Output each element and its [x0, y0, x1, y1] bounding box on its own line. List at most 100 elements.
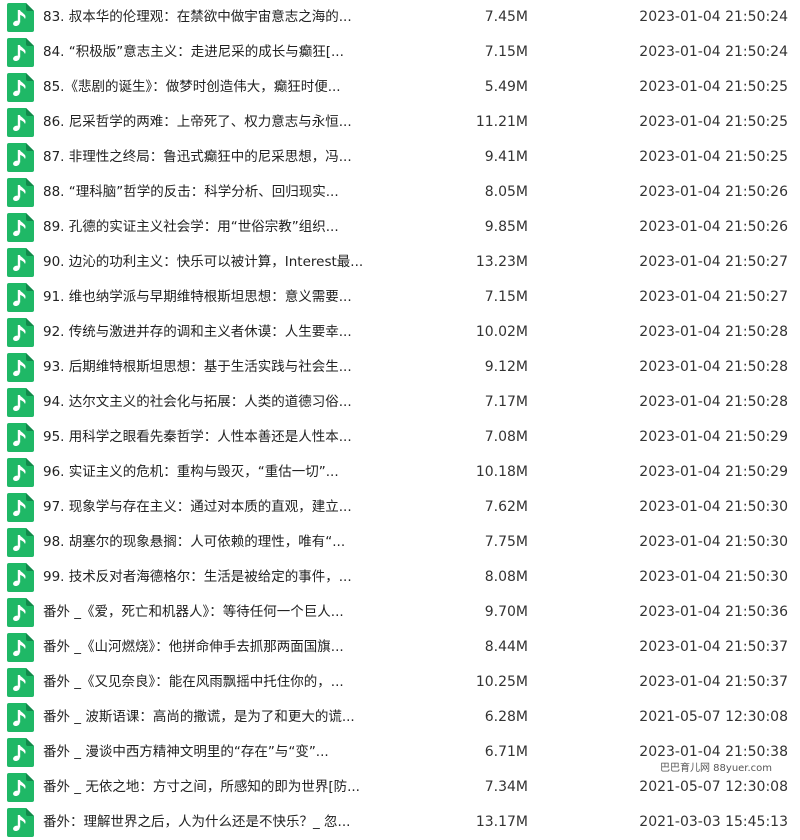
file-row[interactable]: 97. 现象学与存在主义：通过对本质的直观，建立... 7.62M 2023-01-… [0, 490, 800, 525]
file-name: 90. 边沁的功利主义：快乐可以被计算，Interest最... [43, 254, 364, 270]
file-modified-date: 2023-01-04 21:50:25 [639, 114, 788, 130]
music-file-icon [7, 703, 34, 732]
file-modified-date: 2023-01-04 21:50:30 [639, 569, 788, 585]
file-size: 13.17M [475, 814, 528, 830]
file-size: 9.41M [484, 149, 528, 165]
music-file-icon [7, 143, 34, 172]
file-name: 番外 _《爱，死亡和机器人》：等待任何一个巨人... [43, 604, 344, 620]
file-row[interactable]: 89. 孔德的实证主义社会学：用“世俗宗教”组织... 9.85M 2023-01-… [0, 210, 800, 245]
file-name: 97. 现象学与存在主义：通过对本质的直观，建立... [43, 499, 352, 515]
file-name: 87. 非理性之终局：鲁迅式癫狂中的尼采思想，冯... [43, 149, 352, 165]
file-modified-date: 2021-03-03 15:45:13 [639, 814, 788, 830]
file-modified-date: 2023-01-04 21:50:37 [639, 674, 788, 690]
music-file-icon [7, 598, 34, 627]
file-row[interactable]: 84. “积极版”意志主义：走进尼采的成长与癫狂[... 7.15M 2023-01… [0, 35, 800, 70]
file-size: 7.15M [484, 44, 528, 60]
file-row[interactable]: 番外 _《又见奈良》：能在风雨飘摇中托住你的，... 10.25M 2023-01-… [0, 665, 800, 700]
music-file-icon [7, 283, 34, 312]
file-size: 13.23M [475, 254, 528, 270]
music-file-icon [7, 528, 34, 557]
file-size: 8.05M [484, 184, 528, 200]
file-modified-date: 2023-01-04 21:50:37 [639, 639, 788, 655]
file-name: 番外 _《山河燃烧》：他拼命伸手去抓那两面国旗... [43, 639, 344, 655]
file-row[interactable]: 96. 实证主义的危机：重构与毁灭，“重估一切”... 10.18M 2023-01… [0, 455, 800, 490]
file-size: 5.49M [484, 79, 528, 95]
file-row[interactable]: 88. “理科脑”哲学的反击：科学分析、回归现实... 8.05M 2023-01-… [0, 175, 800, 210]
music-file-icon [7, 423, 34, 452]
file-modified-date: 2023-01-04 21:50:25 [639, 149, 788, 165]
file-name: 83. 叔本华的伦理观：在禁欲中做宇宙意志之海的... [43, 9, 352, 25]
file-name: 91. 维也纳学派与早期维特根斯坦思想：意义需要... [43, 289, 352, 305]
music-file-icon [7, 38, 34, 67]
music-file-icon [7, 738, 34, 767]
file-size: 7.75M [484, 534, 528, 550]
file-modified-date: 2023-01-04 21:50:28 [639, 394, 788, 410]
file-modified-date: 2023-01-04 21:50:26 [639, 184, 788, 200]
music-file-icon [7, 458, 34, 487]
file-name: 番外 _ 无依之地：方寸之间，所感知的即为世界[防... [43, 779, 360, 795]
file-modified-date: 2023-01-04 21:50:25 [639, 79, 788, 95]
file-name: 番外：理解世界之后，人为什么还是不快乐？_ 忽... [43, 814, 351, 830]
music-file-icon [7, 108, 34, 137]
file-size: 7.45M [484, 9, 528, 25]
music-file-icon [7, 668, 34, 697]
file-row[interactable]: 86. 尼采哲学的两难：上帝死了、权力意志与永恒... 11.21M 2023-01… [0, 105, 800, 140]
music-file-icon [7, 73, 34, 102]
file-size: 6.71M [484, 744, 528, 760]
file-size: 6.28M [484, 709, 528, 725]
file-modified-date: 2023-01-04 21:50:24 [639, 9, 788, 25]
file-row[interactable]: 番外：理解世界之后，人为什么还是不快乐？_ 忽... 13.17M 2021-03-… [0, 805, 800, 840]
file-modified-date: 2023-01-04 21:50:28 [639, 324, 788, 340]
file-modified-date: 2023-01-04 21:50:29 [639, 429, 788, 445]
file-modified-date: 2023-01-04 21:50:36 [639, 604, 788, 620]
watermark: 巴巴育儿网 88yuer.com [656, 761, 777, 777]
file-row[interactable]: 99. 技术反对者海德格尔：生活是被给定的事件，... 8.08M 2023-01-… [0, 560, 800, 595]
file-size: 10.02M [475, 324, 528, 340]
file-row[interactable]: 91. 维也纳学派与早期维特根斯坦思想：意义需要... 7.15M 2023-01-… [0, 280, 800, 315]
file-modified-date: 2023-01-04 21:50:26 [639, 219, 788, 235]
file-row[interactable]: 87. 非理性之终局：鲁迅式癫狂中的尼采思想，冯... 9.41M 2023-01-… [0, 140, 800, 175]
file-size: 8.08M [484, 569, 528, 585]
file-name: 86. 尼采哲学的两难：上帝死了、权力意志与永恒... [43, 114, 352, 130]
file-modified-date: 2023-01-04 21:50:27 [639, 254, 788, 270]
music-file-icon [7, 493, 34, 522]
file-name: 89. 孔德的实证主义社会学：用“世俗宗教”组织... [43, 219, 339, 235]
file-name: 96. 实证主义的危机：重构与毁灭，“重估一切”... [43, 464, 339, 480]
file-modified-date: 2023-01-04 21:50:27 [639, 289, 788, 305]
file-size: 7.15M [484, 289, 528, 305]
file-name: 95. 用科学之眼看先秦哲学：人性本善还是人性本... [43, 429, 352, 445]
file-row[interactable]: 95. 用科学之眼看先秦哲学：人性本善还是人性本... 7.08M 2023-01-… [0, 420, 800, 455]
file-row[interactable]: 番外 _《山河燃烧》：他拼命伸手去抓那两面国旗... 8.44M 2023-01-0… [0, 630, 800, 665]
file-size: 9.12M [484, 359, 528, 375]
file-size: 11.21M [475, 114, 528, 130]
music-file-icon [7, 388, 34, 417]
file-row[interactable]: 98. 胡塞尔的现象悬搁：人可依赖的理性，唯有“... 7.75M 2023-01-… [0, 525, 800, 560]
file-size: 10.25M [475, 674, 528, 690]
file-row[interactable]: 83. 叔本华的伦理观：在禁欲中做宇宙意志之海的... 7.45M 2023-01-… [0, 0, 800, 35]
file-name: 99. 技术反对者海德格尔：生活是被给定的事件，... [43, 569, 352, 585]
file-row[interactable]: 93. 后期维特根斯坦思想：基于生活实践与社会生... 9.12M 2023-01-… [0, 350, 800, 385]
music-file-icon [7, 563, 34, 592]
file-name: 92. 传统与激进并存的调和主义者休谟：人生要幸... [43, 324, 352, 340]
file-row[interactable]: 85.《悲剧的诞生》：做梦时创造伟大，癫狂时便... 5.49M 2023-01-0… [0, 70, 800, 105]
music-file-icon [7, 353, 34, 382]
file-row[interactable]: 94. 达尔文主义的社会化与拓展：人类的道德习俗... 7.17M 2023-01-… [0, 385, 800, 420]
file-row[interactable]: 92. 传统与激进并存的调和主义者休谟：人生要幸... 10.02M 2023-01… [0, 315, 800, 350]
file-row[interactable]: 番外 _《爱，死亡和机器人》：等待任何一个巨人... 9.70M 2023-01-0… [0, 595, 800, 630]
music-file-icon [7, 808, 34, 837]
file-name: 番外 _ 漫谈中西方精神文明里的“存在”与“变”... [43, 744, 329, 760]
file-row[interactable]: 90. 边沁的功利主义：快乐可以被计算，Interest最... 13.23M 20… [0, 245, 800, 280]
file-name: 98. 胡塞尔的现象悬搁：人可依赖的理性，唯有“... [43, 534, 346, 550]
file-row[interactable]: 番外 _ 波斯语课：高尚的撒谎，是为了和更大的谎... 6.28M 2021-05-… [0, 700, 800, 735]
file-size: 9.85M [484, 219, 528, 235]
file-name: 85.《悲剧的诞生》：做梦时创造伟大，癫狂时便... [43, 79, 341, 95]
music-file-icon [7, 178, 34, 207]
file-name: 88. “理科脑”哲学的反击：科学分析、回归现实... [43, 184, 339, 200]
file-name: 番外 _ 波斯语课：高尚的撒谎，是为了和更大的谎... [43, 709, 355, 725]
file-size: 10.18M [475, 464, 528, 480]
music-file-icon [7, 213, 34, 242]
file-size: 7.62M [484, 499, 528, 515]
file-modified-date: 2023-01-04 21:50:29 [639, 464, 788, 480]
file-modified-date: 2023-01-04 21:50:28 [639, 359, 788, 375]
file-list: 83. 叔本华的伦理观：在禁欲中做宇宙意志之海的... 7.45M 2023-01-… [0, 0, 800, 840]
